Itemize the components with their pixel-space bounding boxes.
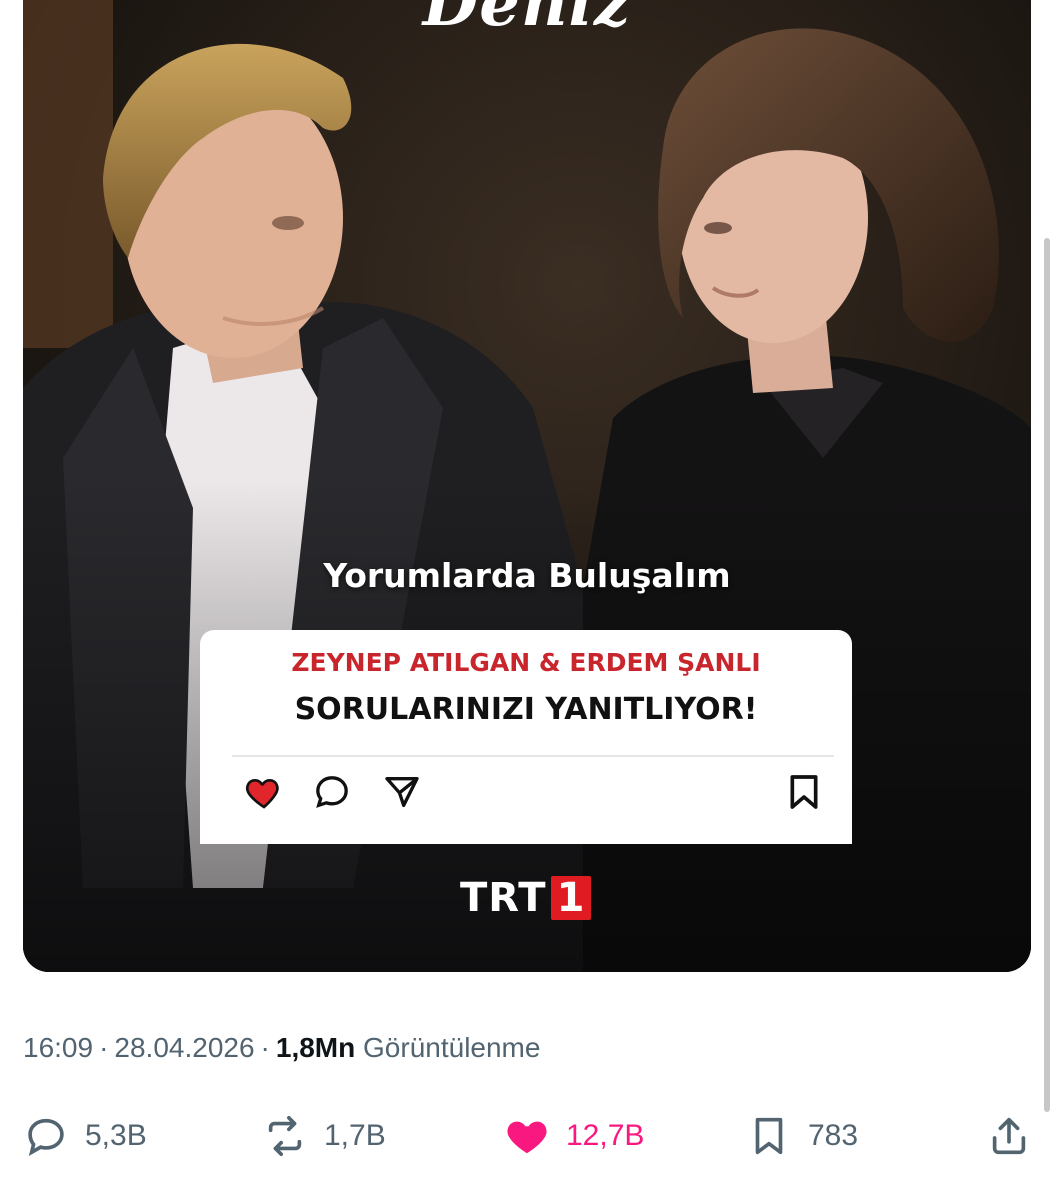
heart-filled-icon <box>507 1121 547 1154</box>
promo-headline: Yorumlarda Buluşalım <box>323 556 731 595</box>
trt-logo-number: 1 <box>550 876 592 920</box>
share-button[interactable] <box>986 1112 1032 1160</box>
bookmark-icon <box>790 775 818 809</box>
promo-card-subtitle: SORULARINIZI YANITLIYOR! <box>294 692 758 727</box>
heart-filled-icon <box>245 778 279 809</box>
tweet-meta: 16:09 · 28.04.2026 · 1,8Mn Görüntülenme <box>23 1032 541 1063</box>
trt-logo-text: TRT <box>460 875 547 921</box>
repost-icon <box>268 1115 302 1157</box>
repost-count: 1,7B <box>324 1119 386 1152</box>
bookmark-button[interactable]: 783 <box>746 1112 858 1160</box>
reply-count: 5,3B <box>85 1119 147 1152</box>
reply-icon <box>28 1118 64 1156</box>
repost-button[interactable]: 1,7B <box>262 1112 386 1160</box>
view-count-label: Görüntülenme <box>363 1032 541 1063</box>
tweet-media-image[interactable]: Deniz Yorumlarda Buluşalım ZEYNEP ATILGA… <box>23 0 1031 972</box>
tweet-date[interactable]: 28.04.2026 <box>114 1032 254 1063</box>
reply-button[interactable]: 5,3B <box>23 1112 147 1160</box>
comment-icon <box>316 776 348 808</box>
trt1-logo: TRT 1 <box>460 875 592 921</box>
card-divider <box>232 755 834 757</box>
bookmark-icon <box>755 1117 783 1155</box>
like-count: 12,7B <box>566 1119 645 1152</box>
promo-card-names: ZEYNEP ATILGAN & ERDEM ŞANLI <box>291 648 761 677</box>
like-button[interactable]: 12,7B <box>504 1112 644 1160</box>
share-icon <box>992 1117 1026 1155</box>
tweet-time[interactable]: 16:09 <box>23 1032 93 1063</box>
bookmark-count: 783 <box>808 1119 859 1152</box>
promo-card: ZEYNEP ATILGAN & ERDEM ŞANLI SORULARINIZ… <box>200 630 852 844</box>
scrollbar[interactable] <box>1044 238 1050 1112</box>
view-count: 1,8Mn <box>275 1032 356 1063</box>
show-title: Deniz <box>422 0 632 41</box>
send-icon <box>385 777 419 807</box>
